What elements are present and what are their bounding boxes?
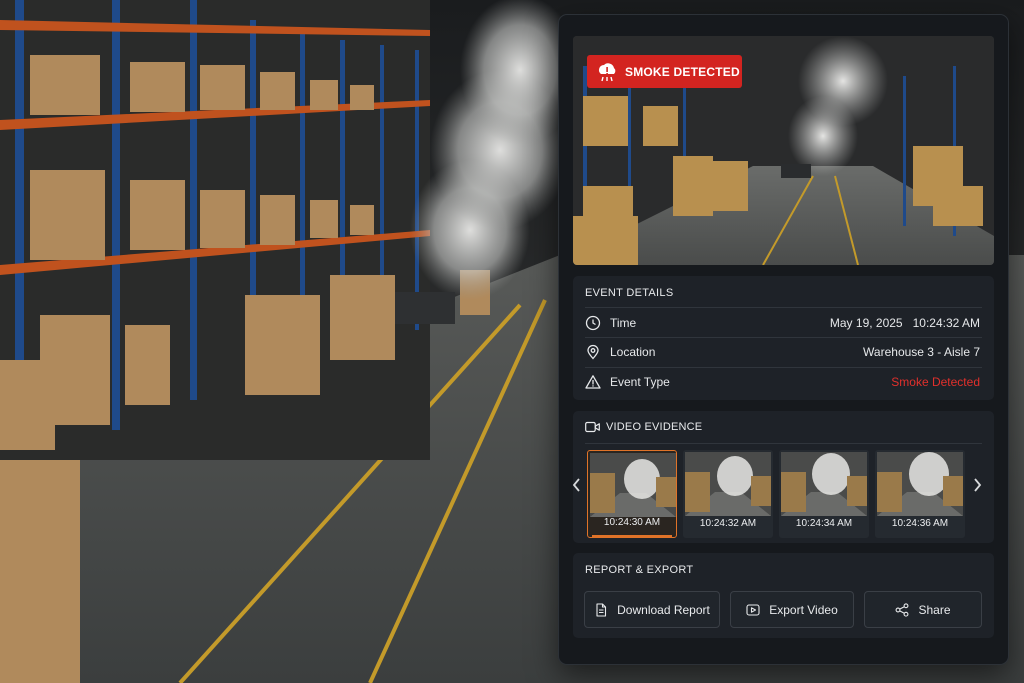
time-value: May 19, 2025 10:24:32 AM bbox=[830, 316, 980, 330]
time-label: Time bbox=[610, 316, 637, 330]
report-export-title: REPORT & EXPORT bbox=[585, 564, 694, 576]
video-camera-icon bbox=[585, 421, 600, 433]
event-row-location: Location Warehouse 3 - Aisle 7 bbox=[585, 341, 980, 363]
thumbnail-time: 10:24:34 AM bbox=[795, 518, 853, 529]
smoke-alarm-icon bbox=[599, 62, 616, 81]
download-report-label: Download Report bbox=[617, 602, 710, 617]
event-details-card: EVENT DETAILS Time May 19, 2025 10:24:32 … bbox=[573, 276, 994, 400]
location-pin-icon bbox=[587, 344, 599, 360]
chevron-right-icon[interactable] bbox=[971, 476, 983, 494]
export-video-label: Export Video bbox=[769, 602, 838, 617]
event-type-label: Event Type bbox=[610, 375, 670, 389]
report-export-card: REPORT & EXPORT Download Report Export V… bbox=[573, 553, 994, 638]
event-details-title: EVENT DETAILS bbox=[585, 287, 674, 299]
smoke-alert-badge: SMOKE DETECTED bbox=[587, 55, 742, 88]
event-type-value: Smoke Detected bbox=[891, 375, 980, 389]
event-date: May 19, 2025 bbox=[829, 316, 903, 330]
event-row-type: Event Type Smoke Detected bbox=[585, 371, 980, 393]
event-row-time: Time May 19, 2025 10:24:32 AM bbox=[585, 312, 980, 334]
chevron-left-icon[interactable] bbox=[571, 476, 583, 494]
thumbnail-time: 10:24:30 AM bbox=[603, 517, 661, 528]
video-evidence-header: VIDEO EVIDENCE bbox=[585, 421, 702, 433]
thumbnail-time: 10:24:32 AM bbox=[699, 518, 757, 529]
download-report-button[interactable]: Download Report bbox=[584, 591, 720, 628]
divider bbox=[585, 337, 982, 338]
alert-label: SMOKE DETECTED bbox=[625, 64, 740, 79]
thumbnail-1[interactable]: 10:24:32 AM bbox=[683, 450, 773, 538]
share-icon bbox=[896, 602, 909, 617]
selected-indicator bbox=[592, 535, 672, 537]
thumbnail-3[interactable]: 10:24:36 AM bbox=[875, 450, 965, 538]
divider bbox=[585, 443, 982, 444]
video-evidence-title: VIDEO EVIDENCE bbox=[606, 421, 703, 433]
warning-triangle-icon bbox=[585, 375, 601, 389]
thumbnail-0[interactable]: 10:24:30 AM bbox=[587, 450, 677, 538]
play-icon bbox=[746, 603, 760, 616]
clock-icon bbox=[585, 315, 601, 331]
location-value: Warehouse 3 - Aisle 7 bbox=[863, 345, 980, 359]
video-evidence-card: VIDEO EVIDENCE 10:24:30 AM 10:24:32 AM 1… bbox=[571, 411, 994, 543]
share-label: Share bbox=[918, 602, 951, 617]
document-icon bbox=[596, 602, 607, 617]
thumbnail-2[interactable]: 10:24:34 AM bbox=[779, 450, 869, 538]
export-video-button[interactable]: Export Video bbox=[730, 591, 854, 628]
thumbnail-time: 10:24:36 AM bbox=[891, 518, 949, 529]
video-thumbnails: 10:24:30 AM 10:24:32 AM 10:24:34 AM 10:2… bbox=[587, 450, 965, 542]
divider bbox=[585, 307, 982, 308]
share-button[interactable]: Share bbox=[864, 591, 982, 628]
divider bbox=[585, 367, 982, 368]
location-label: Location bbox=[610, 345, 656, 359]
event-time: 10:24:32 AM bbox=[912, 316, 980, 330]
